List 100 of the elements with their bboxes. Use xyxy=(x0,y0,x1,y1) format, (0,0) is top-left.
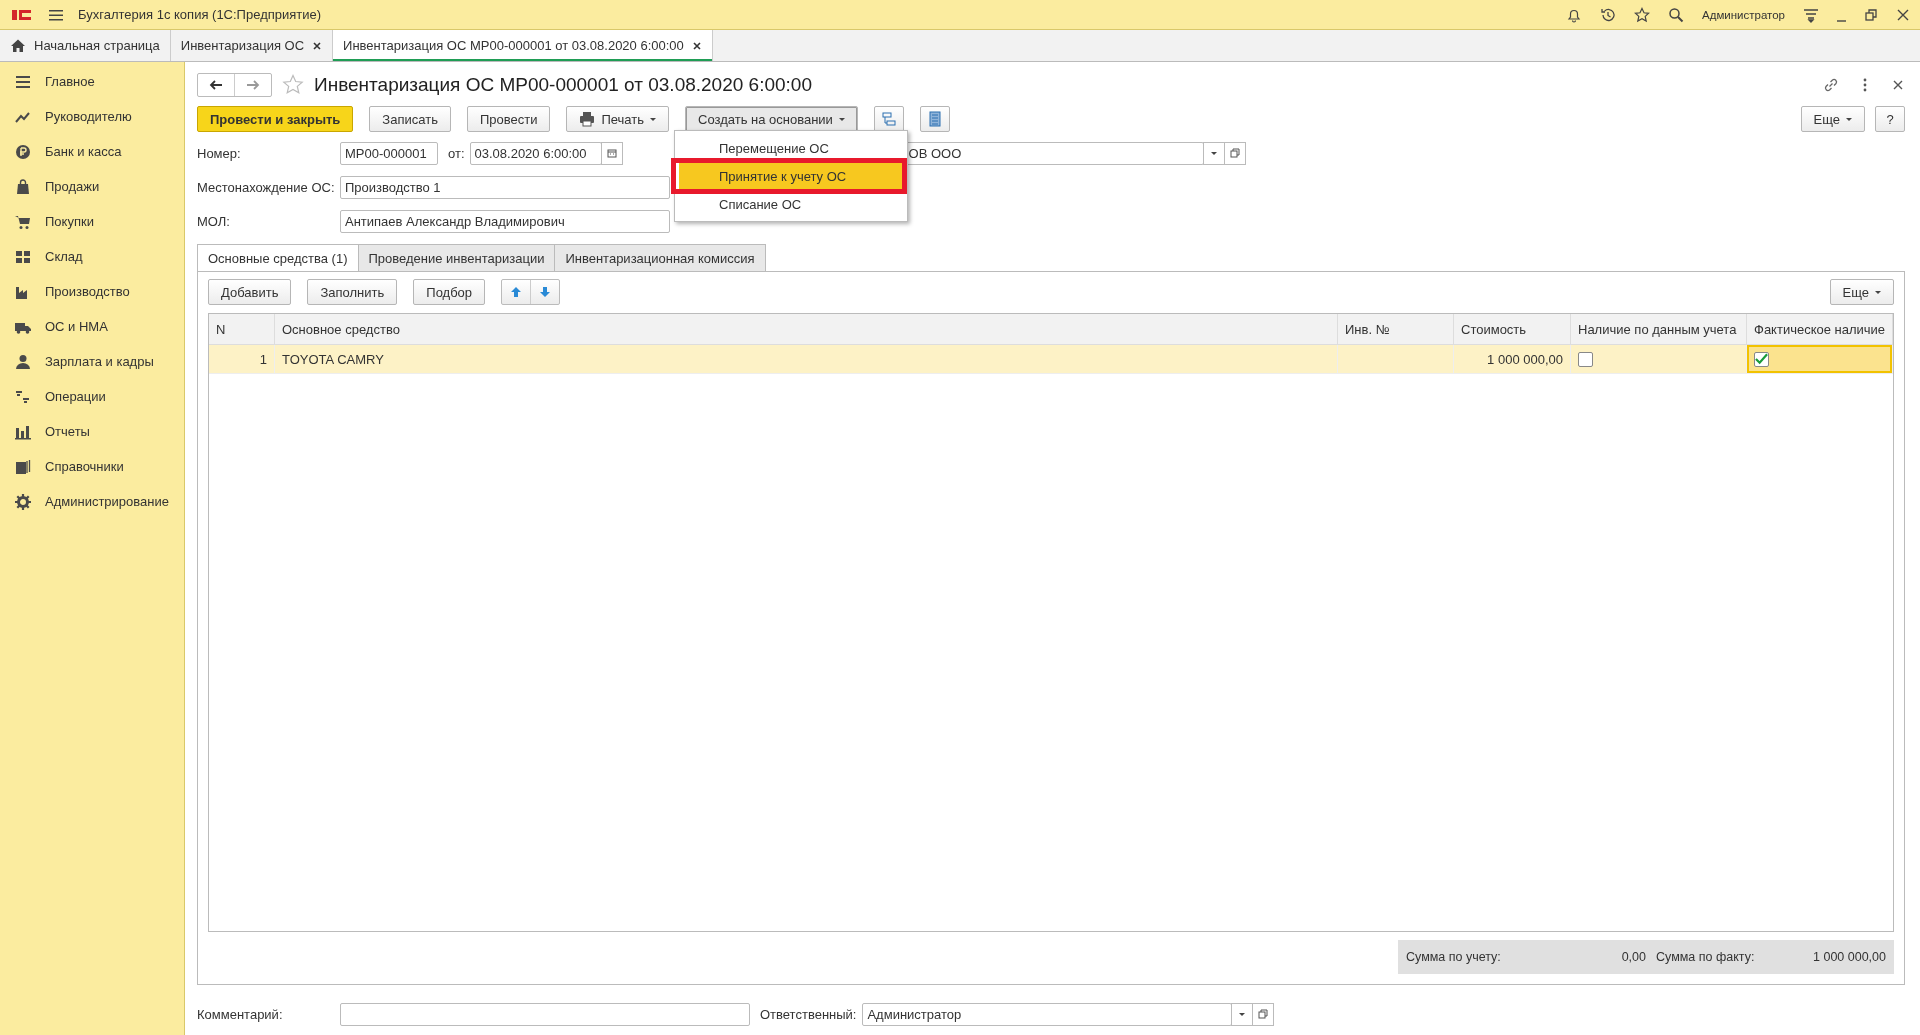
search-icon xyxy=(1668,6,1684,23)
books-icon xyxy=(15,458,31,475)
star-icon xyxy=(1634,6,1650,23)
sidebar-item[interactable]: Покупки xyxy=(0,204,184,239)
menu-lines-icon xyxy=(15,73,31,90)
location-field[interactable]: Производство 1 xyxy=(340,175,670,199)
close-icon xyxy=(1891,78,1905,92)
sidebar-item[interactable]: Банк и касса xyxy=(0,134,184,169)
sidebar-item[interactable]: Справочники xyxy=(0,449,184,484)
coin-icon xyxy=(15,143,31,160)
date-field[interactable]: 03.08.2020 6:00:00 xyxy=(469,141,602,165)
open-button[interactable] xyxy=(1223,141,1246,165)
sidebar-item[interactable]: Главное xyxy=(0,64,184,99)
sidebar-item[interactable]: Производство xyxy=(0,274,184,309)
open-button[interactable] xyxy=(1252,1002,1275,1026)
more-button[interactable]: Еще xyxy=(1800,106,1865,132)
number-field[interactable]: МР00-000001 xyxy=(340,141,438,165)
form-tab[interactable]: Проведение инвентаризации xyxy=(357,244,556,271)
printer-icon xyxy=(579,111,596,127)
column-header[interactable]: Стоимость xyxy=(1454,314,1571,345)
structure-button[interactable] xyxy=(873,106,904,132)
column-header[interactable]: N xyxy=(209,314,275,345)
form-tab[interactable]: Инвентаризационная комиссия xyxy=(554,244,766,271)
down-arrow-icon xyxy=(539,286,552,298)
person-icon xyxy=(15,353,31,370)
sidebar-item[interactable]: Склад xyxy=(0,239,184,274)
dropdown-button[interactable] xyxy=(1202,141,1225,165)
field-label: от: xyxy=(448,145,465,161)
caret-icon xyxy=(1875,290,1881,294)
grid-icon xyxy=(15,248,31,265)
checkbox[interactable] xyxy=(1578,351,1593,367)
table-button[interactable]: Подбор xyxy=(413,279,486,305)
caret-icon xyxy=(1210,151,1217,155)
sidebar-item[interactable]: Отчеты xyxy=(0,414,184,449)
sidebar-item[interactable]: Операции xyxy=(0,379,184,414)
form-title: Инвентаризация ОС МР00-000001 от 03.08.2020 6:00:00 xyxy=(314,74,812,96)
caret-icon xyxy=(1239,1012,1246,1016)
sidebar-item[interactable]: Зарплата и кадры xyxy=(0,344,184,379)
restore-icon xyxy=(1864,7,1878,22)
table-button[interactable]: Добавить xyxy=(208,279,292,305)
bag-icon xyxy=(15,178,31,195)
column-header[interactable]: Основное средство xyxy=(275,314,1338,345)
open-window-icon xyxy=(1229,148,1240,158)
toolbar-button[interactable]: Провести и закрыть xyxy=(197,106,354,132)
report-button[interactable] xyxy=(919,106,950,132)
caret-icon xyxy=(1846,117,1852,121)
table-button[interactable]: Заполнить xyxy=(307,279,398,305)
total-value: 1 000 000,00 xyxy=(1812,950,1886,964)
user-name[interactable]: Администратор xyxy=(1702,8,1785,21)
calendar-button[interactable] xyxy=(600,141,623,165)
toolbar-button[interactable]: Провести xyxy=(466,106,551,132)
table-cell: TOYOTA CAMRY xyxy=(275,345,1338,374)
bar-chart-icon xyxy=(15,423,31,440)
up-arrow-icon xyxy=(510,286,523,298)
mol-field[interactable]: Антипаев Александр Владимирович xyxy=(340,209,670,233)
sidebar-item[interactable]: Администрирование xyxy=(0,484,184,519)
field-label: Номер: xyxy=(197,145,242,161)
close-icon xyxy=(1896,7,1910,22)
document-tab[interactable]: Начальная страница xyxy=(0,30,171,61)
responsible-field[interactable]: Администратор xyxy=(862,1002,1233,1026)
total-value: 0,00 xyxy=(1620,950,1646,964)
total-label: Сумма по факту: xyxy=(1656,950,1756,964)
history-icon xyxy=(1600,6,1616,23)
toolbar-button[interactable]: Печать xyxy=(566,106,669,132)
sidebar-item[interactable]: Продажи xyxy=(0,169,184,204)
calendar-icon xyxy=(606,148,617,158)
document-tab[interactable]: Инвентаризация ОС МР00-000001 от 03.08.2020 6:00:00 xyxy=(333,30,713,61)
table-cell: 1 000 000,00 xyxy=(1454,345,1571,374)
dropdown-button[interactable] xyxy=(1231,1002,1254,1026)
caret-icon xyxy=(838,117,845,121)
field-label: МОЛ: xyxy=(197,213,231,229)
tab-close-icon xyxy=(312,40,323,51)
link-icon xyxy=(1823,77,1839,93)
cart-icon xyxy=(15,213,31,230)
field-label: Комментарий: xyxy=(197,1006,284,1022)
window-title: Бухгалтерия 1с копия (1С:Предприятие) xyxy=(78,7,322,22)
more-button[interactable]: Еще xyxy=(1829,279,1894,305)
caret-icon xyxy=(650,117,656,121)
column-header[interactable]: Фактическое наличие xyxy=(1747,314,1893,345)
document-list-icon xyxy=(926,111,943,127)
toolbar-button[interactable]: Записать xyxy=(369,106,451,132)
field-label: Ответственный: xyxy=(760,1006,857,1022)
checkbox[interactable] xyxy=(1754,351,1769,367)
table-cell: 1 xyxy=(209,345,275,374)
tab-close-icon xyxy=(691,40,702,51)
toolbar-button[interactable]: Создать на основании xyxy=(685,106,858,132)
comment-field[interactable] xyxy=(340,1002,750,1026)
minimize-icon xyxy=(1837,19,1846,22)
sidebar-item[interactable]: ОС и НМА xyxy=(0,309,184,344)
total-label: Сумма по учету: xyxy=(1406,950,1502,964)
sidebar-item[interactable]: Руководителю xyxy=(0,99,184,134)
star-icon xyxy=(282,74,304,96)
funnel-menu-icon xyxy=(1803,6,1819,23)
menu-item[interactable]: Списание ОС xyxy=(675,190,907,218)
help-button[interactable]: ? xyxy=(1875,106,1905,132)
open-window-icon xyxy=(1258,1009,1269,1019)
column-header[interactable]: Наличие по данным учета xyxy=(1571,314,1747,345)
column-header[interactable]: Инв. № xyxy=(1338,314,1454,345)
form-tab[interactable]: Основные средства (1) xyxy=(197,244,359,271)
home-icon xyxy=(10,37,26,54)
